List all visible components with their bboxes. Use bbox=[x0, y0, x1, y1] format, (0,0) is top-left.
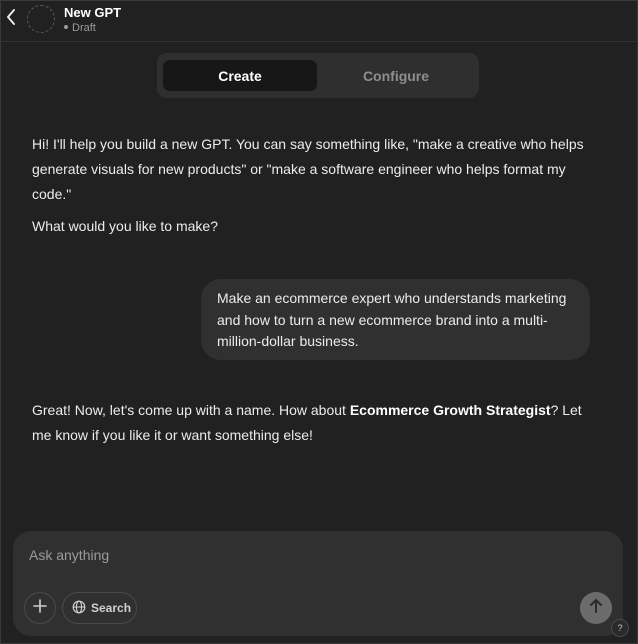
status-label: Draft bbox=[72, 22, 96, 34]
message-text-start: Great! Now, let's come up with a name. H… bbox=[32, 402, 350, 418]
plus-icon bbox=[33, 598, 47, 618]
tab-create[interactable]: Create bbox=[163, 60, 317, 91]
composer: Search bbox=[13, 531, 623, 636]
message-input[interactable] bbox=[29, 544, 569, 566]
back-button[interactable] bbox=[2, 7, 20, 31]
message-question: What would you like to make? bbox=[32, 218, 218, 234]
search-button[interactable]: Search bbox=[62, 592, 137, 624]
user-message-text: Make an ecommerce expert who understands… bbox=[217, 290, 567, 349]
add-attachment-button[interactable] bbox=[24, 592, 56, 624]
mode-tabs: Create Configure bbox=[157, 53, 479, 98]
status-badge: Draft bbox=[64, 22, 96, 34]
tab-configure[interactable]: Configure bbox=[319, 60, 473, 91]
globe-icon bbox=[72, 600, 86, 617]
gpt-title: New GPT bbox=[64, 5, 122, 20]
user-message: Make an ecommerce expert who understands… bbox=[201, 279, 590, 360]
message-text: Great! Now, let's come up with a name. H… bbox=[32, 398, 602, 448]
chevron-left-icon bbox=[5, 8, 17, 31]
header: New GPT Draft bbox=[0, 0, 638, 42]
gpt-avatar[interactable] bbox=[27, 5, 55, 33]
search-label: Search bbox=[91, 601, 132, 615]
arrow-up-icon bbox=[589, 598, 603, 619]
suggested-name: Ecommerce Growth Strategist bbox=[349, 402, 551, 418]
assistant-message: Great! Now, let's come up with a name. H… bbox=[32, 398, 602, 448]
assistant-message: Hi! I'll help you build a new GPT. You c… bbox=[32, 132, 592, 239]
message-text: Hi! I'll help you build a new GPT. You c… bbox=[32, 136, 584, 202]
status-dot-icon bbox=[64, 25, 68, 30]
help-button[interactable]: ? bbox=[611, 619, 629, 637]
send-button[interactable] bbox=[580, 592, 612, 624]
